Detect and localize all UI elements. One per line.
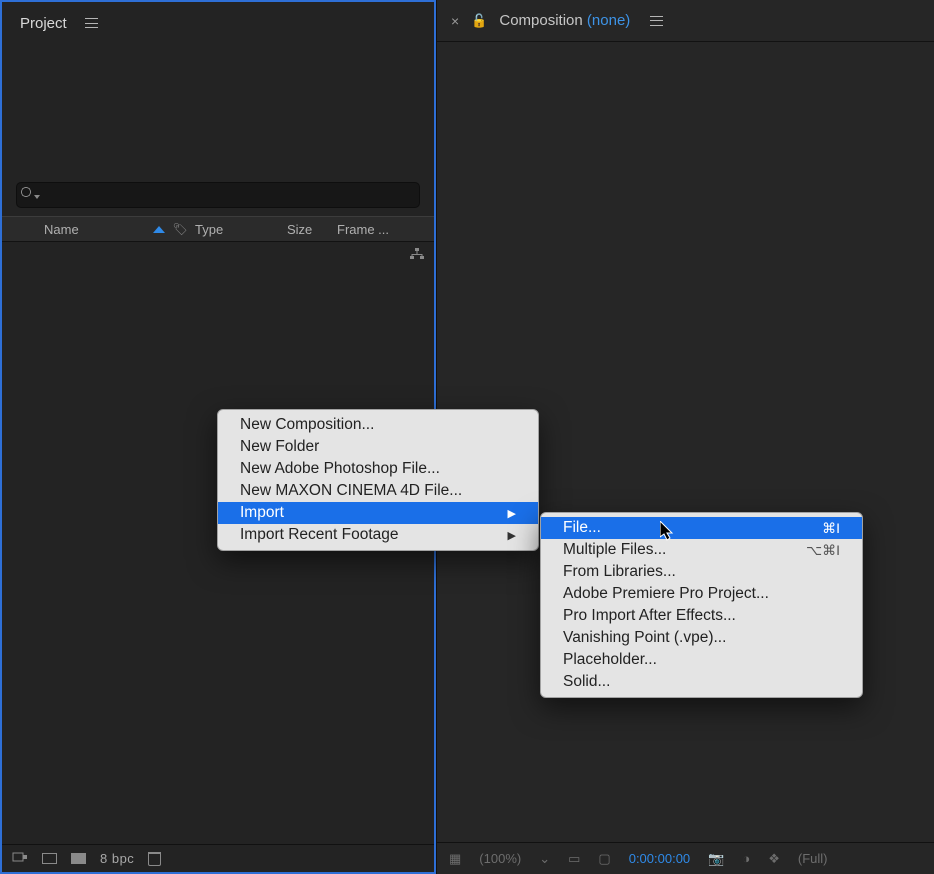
composition-tab[interactable]: Composition (none)	[499, 12, 630, 29]
context-menu-item[interactable]: New Folder	[218, 436, 538, 458]
menu-item-label: New Adobe Photoshop File...	[240, 460, 440, 478]
submenu-item[interactable]: Multiple Files... ⌥⌘I	[541, 539, 862, 561]
grid-icon[interactable]: ▭	[568, 851, 580, 867]
zoom-readout[interactable]: (100%)	[479, 851, 521, 866]
menu-shortcut: ⌥⌘I	[806, 542, 840, 559]
column-size[interactable]: Size	[281, 222, 331, 237]
menu-item-label: Vanishing Point (.vpe)...	[563, 629, 726, 647]
bit-depth-button[interactable]: 8 bpc	[100, 851, 134, 866]
panel-menu-icon[interactable]	[85, 18, 98, 28]
resolution-readout[interactable]: (Full)	[798, 851, 828, 866]
context-menu-item[interactable]: Import Recent Footage ▶	[218, 524, 538, 546]
lock-icon[interactable]: 🔓	[471, 13, 487, 29]
flowchart-icon[interactable]	[410, 248, 424, 263]
context-menu-item[interactable]: New Adobe Photoshop File...	[218, 458, 538, 480]
menu-item-label: New Folder	[240, 438, 319, 456]
submenu-item[interactable]: Placeholder...	[541, 649, 862, 671]
submenu-item[interactable]: Vanishing Point (.vpe)...	[541, 627, 862, 649]
menu-item-label: Import	[240, 504, 284, 522]
menu-item-label: Adobe Premiere Pro Project...	[563, 585, 769, 603]
context-menu: New Composition... New Folder New Adobe Ph…	[217, 409, 539, 551]
context-menu-item[interactable]: New Composition...	[218, 414, 538, 436]
column-frame[interactable]: Frame ...	[331, 222, 434, 237]
project-panel-tabbar: Project	[2, 2, 434, 44]
menu-item-label: New Composition...	[240, 416, 374, 434]
composition-footer: ▦ (100%) ⌄ ▭ ▢ 0:00:00:00 📷 ◑ ❖ (Full)	[437, 842, 934, 874]
project-search-input[interactable]	[16, 182, 420, 208]
menu-item-label: New MAXON CINEMA 4D File...	[240, 482, 462, 500]
context-menu-item[interactable]: Import ▶	[218, 502, 538, 524]
mask-icon[interactable]: ▢	[598, 851, 610, 867]
menu-shortcut: ⌘I	[822, 520, 840, 537]
column-name[interactable]: Name	[38, 222, 153, 237]
composition-label: Composition	[499, 12, 587, 29]
trash-icon[interactable]	[148, 852, 161, 866]
toggle-alpha-icon[interactable]: ▦	[449, 851, 461, 867]
project-tab[interactable]: Project	[20, 15, 67, 32]
import-submenu: File... ⌘I Multiple Files... ⌥⌘I From Librar…	[540, 512, 863, 698]
new-comp-icon[interactable]	[71, 853, 86, 864]
composition-none: (none)	[587, 12, 630, 29]
column-label[interactable]: 🏷	[171, 222, 189, 236]
channel-icon[interactable]: ◑	[742, 851, 750, 866]
submenu-arrow-icon: ▶	[508, 507, 516, 520]
color-mgmt-icon[interactable]: ❖	[768, 851, 780, 867]
menu-item-label: Solid...	[563, 673, 610, 691]
submenu-item[interactable]: Adobe Premiere Pro Project...	[541, 583, 862, 605]
sort-ascending-icon[interactable]	[153, 226, 165, 233]
menu-item-label: File...	[563, 519, 601, 537]
submenu-item[interactable]: From Libraries...	[541, 561, 862, 583]
submenu-item[interactable]: Pro Import After Effects...	[541, 605, 862, 627]
menu-item-label: Multiple Files...	[563, 541, 666, 559]
menu-item-label: From Libraries...	[563, 563, 676, 581]
project-column-headers: Name 🏷 Type Size Frame ...	[2, 216, 434, 242]
menu-item-label: Pro Import After Effects...	[563, 607, 736, 625]
snapshot-icon[interactable]: 📷	[708, 851, 724, 867]
timecode-readout[interactable]: 0:00:00:00	[629, 851, 690, 866]
project-footer: 8 bpc	[2, 844, 434, 872]
submenu-item[interactable]: Solid...	[541, 671, 862, 693]
project-preview-area	[2, 44, 434, 182]
interpret-footage-icon[interactable]	[12, 850, 28, 867]
new-folder-icon[interactable]	[42, 853, 57, 864]
search-dropdown-icon[interactable]	[34, 195, 40, 199]
resolution-dropdown-icon[interactable]: ⌄	[539, 851, 550, 867]
tag-icon: 🏷	[172, 222, 187, 236]
menu-item-label: Placeholder...	[563, 651, 657, 669]
menu-item-label: Import Recent Footage	[240, 526, 399, 544]
composition-tabbar: × 🔓 Composition (none)	[437, 0, 934, 42]
submenu-arrow-icon: ▶	[508, 529, 516, 542]
column-type[interactable]: Type	[189, 222, 281, 237]
submenu-item[interactable]: File... ⌘I	[541, 517, 862, 539]
close-tab-icon[interactable]: ×	[451, 13, 459, 29]
context-menu-item[interactable]: New MAXON CINEMA 4D File...	[218, 480, 538, 502]
panel-menu-icon[interactable]	[650, 16, 663, 26]
project-search-row	[2, 182, 434, 216]
